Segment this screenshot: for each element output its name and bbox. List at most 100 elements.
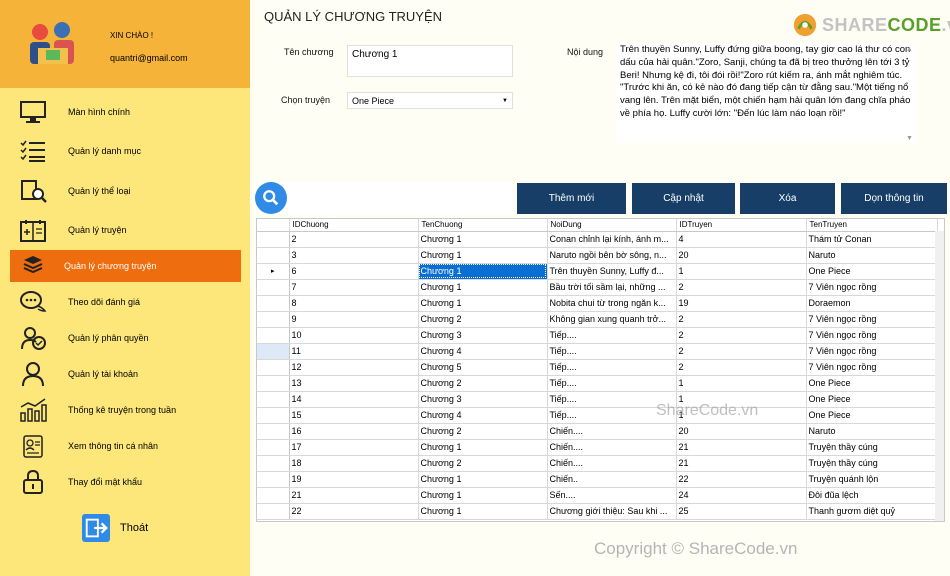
table-cell[interactable]: 1 [676, 263, 807, 280]
row-header[interactable] [257, 487, 290, 504]
row-header[interactable] [257, 503, 290, 520]
table-cell[interactable]: Truyện thầy cúng [806, 439, 938, 456]
table-cell[interactable]: 19 [676, 295, 807, 312]
row-header[interactable] [257, 247, 290, 264]
sidebar-item-stories[interactable]: Quản lý truyện [10, 214, 241, 246]
table-cell[interactable]: Naruto ngồi bên bờ sông, n... [547, 247, 677, 264]
table-cell[interactable]: Chương 3 [418, 391, 548, 408]
table-cell[interactable]: Doraemon [806, 295, 938, 312]
table-cell[interactable]: 7 Viên ngọc rồng [806, 327, 938, 344]
row-header[interactable] [257, 455, 290, 472]
table-cell[interactable]: One Piece [806, 407, 938, 424]
table-cell[interactable]: 21 [676, 455, 807, 472]
row-header[interactable] [257, 423, 290, 440]
sidebar-item-categories[interactable]: Quản lý danh mục [10, 135, 241, 167]
row-header[interactable] [257, 343, 290, 360]
clear-button[interactable]: Dọn thông tin [841, 183, 947, 214]
column-header[interactable]: IDTruyen [676, 219, 807, 232]
table-cell[interactable]: Chương 1 [418, 295, 548, 312]
table-cell[interactable]: 20 [676, 247, 807, 264]
table-cell[interactable]: 22 [676, 471, 807, 488]
sidebar-item-genres[interactable]: Quản lý thể loại [10, 175, 241, 207]
table-cell[interactable]: Chương 1 [418, 247, 548, 264]
table-cell[interactable]: Chương 2 [418, 375, 548, 392]
table-row[interactable]: 8 Chương 1 Nobita chui từ trong ngăn k... 1… [257, 295, 938, 312]
table-cell[interactable]: 2 [676, 279, 807, 296]
table-cell[interactable]: 7 Viên ngọc rồng [806, 279, 938, 296]
table-cell[interactable]: Thanh gươm diệt quỷ [806, 503, 938, 520]
table-cell[interactable]: Chương 1 [418, 439, 548, 456]
chapters-table[interactable]: IDChuong TenChuong NoiDung IDTruyen TenT… [256, 218, 945, 522]
table-cell[interactable]: Chương 1 [418, 487, 548, 504]
table-cell[interactable]: 2 [676, 311, 807, 328]
column-header[interactable]: IDChuong [289, 219, 419, 232]
table-cell[interactable]: 21 [676, 439, 807, 456]
table-row[interactable]: 7 Chương 1 Bầu trời tối sầm lại, những ...… [257, 279, 938, 296]
table-cell[interactable]: Chương 2 [418, 455, 548, 472]
table-row[interactable]: 12 Chương 5 Tiếp.... 2 7 Viên ngọc rồng [257, 359, 938, 376]
table-cell[interactable]: 8 [289, 295, 419, 312]
row-header[interactable] [257, 231, 290, 248]
sidebar-item-profile[interactable]: Xem thông tin cá nhân [10, 430, 241, 462]
table-cell[interactable]: Conan chỉnh lại kính, ánh m... [547, 231, 677, 248]
row-header[interactable] [257, 375, 290, 392]
table-cell[interactable]: Chương 5 [418, 359, 548, 376]
table-cell[interactable]: Thám tử Conan [806, 231, 938, 248]
table-cell[interactable]: Chương 1 [418, 263, 548, 280]
table-cell[interactable]: 18 [289, 455, 419, 472]
content-scrollbar[interactable]: ▲ ▼ [906, 46, 916, 142]
table-cell[interactable]: 7 Viên ngọc rồng [806, 343, 938, 360]
sidebar-item-stats[interactable]: Thống kê truyện trong tuần [10, 394, 241, 426]
table-cell[interactable]: Tiếp.... [547, 343, 677, 360]
table-cell[interactable]: Chương 1 [418, 471, 548, 488]
table-cell[interactable]: 12 [289, 359, 419, 376]
table-cell[interactable]: Tiếp.... [547, 359, 677, 376]
table-cell[interactable]: Chương 1 [418, 231, 548, 248]
scroll-down-icon[interactable]: ▼ [906, 135, 913, 142]
table-row[interactable]: 14 Chương 3 Tiếp.... 1 One Piece [257, 391, 938, 408]
table-cell[interactable]: Chương 2 [418, 423, 548, 440]
table-cell[interactable]: Chiến.... [547, 439, 677, 456]
add-button[interactable]: Thêm mới [517, 183, 626, 214]
table-cell[interactable]: Naruto [806, 247, 938, 264]
table-cell[interactable]: Tiếp.... [547, 375, 677, 392]
search-bar[interactable] [255, 182, 513, 214]
sidebar-item-permissions[interactable]: Quản lý phân quyền [10, 322, 241, 354]
table-cell[interactable]: 19 [289, 471, 419, 488]
table-cell[interactable]: 22 [289, 503, 419, 520]
table-cell[interactable]: One Piece [806, 391, 938, 408]
logout-button[interactable]: Thoát [82, 514, 148, 542]
table-cell[interactable]: 2 [676, 343, 807, 360]
table-cell[interactable]: 11 [289, 343, 419, 360]
table-cell[interactable]: 15 [289, 407, 419, 424]
sidebar-item-accounts[interactable]: Quản lý tài khoản [10, 358, 241, 390]
table-cell[interactable]: Sến.... [547, 487, 677, 504]
table-cell[interactable]: Không gian xung quanh trở... [547, 311, 677, 328]
table-cell[interactable]: 20 [676, 423, 807, 440]
table-row[interactable]: 11 Chương 4 Tiếp.... 2 7 Viên ngọc rồng [257, 343, 938, 360]
table-cell[interactable]: 13 [289, 375, 419, 392]
column-header[interactable]: TenChuong [418, 219, 548, 232]
table-scrollbar[interactable] [935, 231, 944, 521]
story-select[interactable]: One Piece ▼ [347, 92, 513, 109]
table-cell[interactable]: 7 [289, 279, 419, 296]
table-cell[interactable]: 7 Viên ngọc rồng [806, 311, 938, 328]
table-cell[interactable]: 4 [676, 231, 807, 248]
table-cell[interactable]: 3 [289, 247, 419, 264]
table-cell[interactable]: 2 [676, 327, 807, 344]
table-cell[interactable]: Chương 1 [418, 503, 548, 520]
table-cell[interactable]: 1 [676, 375, 807, 392]
table-cell[interactable]: Truyện thầy cúng [806, 455, 938, 472]
scroll-up-icon[interactable]: ▲ [906, 46, 913, 53]
search-button[interactable] [255, 182, 287, 214]
table-row[interactable]: 9 Chương 2 Không gian xung quanh trở... 2 7 … [257, 311, 938, 328]
table-cell[interactable]: One Piece [806, 263, 938, 280]
row-header[interactable] [257, 359, 290, 376]
table-cell[interactable]: Chương giới thiệu: Sau khi ... [547, 503, 677, 520]
sidebar-item-chapters[interactable]: Quản lý chương truyện [10, 250, 241, 282]
table-cell[interactable]: Chương 3 [418, 327, 548, 344]
table-cell[interactable]: Chương 4 [418, 407, 548, 424]
table-row[interactable]: 18 Chương 2 Chiến.... 21 Truyện thầy cúng [257, 455, 938, 472]
table-row[interactable]: 13 Chương 2 Tiếp.... 1 One Piece [257, 375, 938, 392]
table-cell[interactable]: 24 [676, 487, 807, 504]
